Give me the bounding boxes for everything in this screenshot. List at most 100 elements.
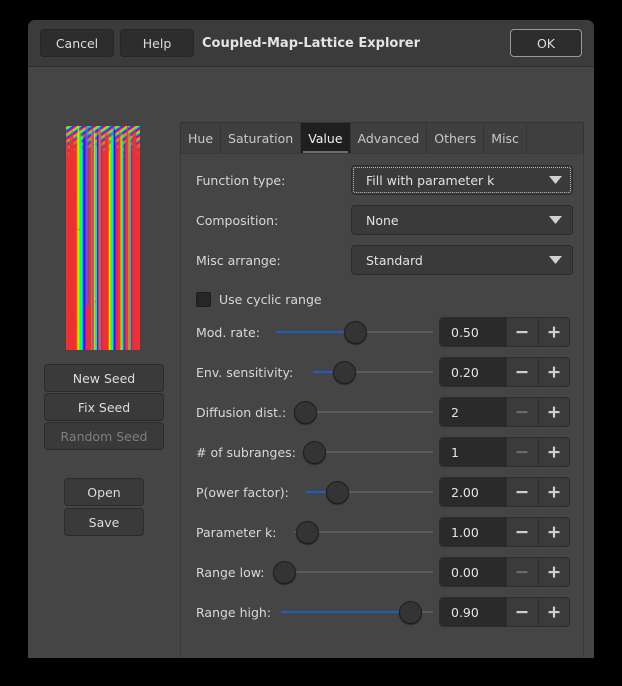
plus-icon[interactable]	[538, 358, 570, 386]
slider-row: P(ower factor): 2.00	[181, 472, 585, 512]
combo-row: Function type: Fill with parameter k	[181, 160, 585, 200]
minus-icon[interactable]	[506, 358, 538, 386]
tab-misc[interactable]: Misc	[483, 122, 527, 154]
spinbutton: 2.00	[439, 477, 570, 507]
plus-icon[interactable]	[538, 398, 570, 426]
tab-advanced[interactable]: Advanced	[350, 122, 428, 154]
minus-icon	[506, 438, 538, 466]
combo-function-type[interactable]: Fill with parameter k	[351, 165, 573, 195]
spinbutton: 0.20	[439, 357, 570, 387]
chevron-down-icon	[542, 176, 568, 185]
random-seed-button: Random Seed	[44, 422, 164, 450]
spin-value-field[interactable]: 2.00	[440, 478, 506, 506]
checkbox-box-icon	[196, 292, 211, 307]
coupled-map-lattice-preview[interactable]	[66, 126, 140, 350]
slider-range-low[interactable]	[273, 561, 433, 583]
tab-strip: HueSaturationValueAdvancedOthersMisc	[180, 122, 584, 154]
slider-row: Diffusion dist.: 2	[181, 392, 585, 432]
spinbutton: 2	[439, 397, 570, 427]
slider-handle[interactable]	[296, 521, 319, 544]
spin-value-field[interactable]: 1	[440, 438, 506, 466]
spin-value-field[interactable]: 0.90	[440, 598, 506, 626]
slider-handle[interactable]	[333, 361, 356, 384]
spin-value-field[interactable]: 0.20	[440, 358, 506, 386]
minus-icon[interactable]	[506, 598, 538, 626]
use-cyclic-range-checkbox[interactable]: Use cyclic range	[196, 292, 322, 307]
preview-frame	[66, 126, 140, 350]
help-button[interactable]: Help	[120, 29, 194, 57]
plus-icon[interactable]	[538, 598, 570, 626]
tab-strip-filler	[526, 122, 584, 154]
tab-saturation[interactable]: Saturation	[220, 122, 301, 154]
minus-icon	[506, 398, 538, 426]
spinbutton: 0.00	[439, 557, 570, 587]
minus-icon[interactable]	[506, 478, 538, 506]
slider-handle[interactable]	[273, 561, 296, 584]
slider-p-ower-factor[interactable]	[306, 481, 433, 503]
combo-label: Misc arrange:	[196, 253, 281, 268]
slider-row: Mod. rate:0.50	[181, 312, 585, 352]
spin-value-field[interactable]: 1.00	[440, 518, 506, 546]
open-button[interactable]: Open	[64, 478, 144, 506]
slider-diffusion-dist[interactable]	[294, 401, 433, 423]
dialog-window: Coupled-Map-Lattice Explorer Cancel Help…	[28, 20, 594, 658]
slider-mod-rate[interactable]	[276, 321, 433, 343]
combo-composition[interactable]: None	[351, 205, 573, 235]
tab-others[interactable]: Others	[426, 122, 484, 154]
slider-label: Range low:	[196, 565, 264, 580]
ok-button[interactable]: OK	[510, 29, 582, 57]
slider-label: Range high:	[196, 605, 271, 620]
chevron-down-icon	[542, 216, 568, 225]
dialog-header: Coupled-Map-Lattice Explorer Cancel Help…	[28, 20, 594, 67]
plus-icon[interactable]	[538, 518, 570, 546]
combo-value: Standard	[352, 253, 542, 268]
cancel-button[interactable]: Cancel	[40, 29, 114, 57]
combo-row: Composition: None	[181, 200, 585, 240]
slider--of-subranges[interactable]	[303, 441, 433, 463]
tab-value[interactable]: Value	[300, 122, 350, 154]
slider-handle[interactable]	[294, 401, 317, 424]
slider-handle[interactable]	[326, 481, 349, 504]
slider-handle[interactable]	[399, 601, 422, 624]
plus-icon[interactable]	[538, 478, 570, 506]
sidebar: New Seed Fix Seed Random Seed Open Save	[28, 67, 180, 658]
slider-parameter-k[interactable]	[294, 521, 433, 543]
combo-label: Composition:	[196, 213, 278, 228]
spin-value-field[interactable]: 2	[440, 398, 506, 426]
minus-icon[interactable]	[506, 318, 538, 346]
slider-handle[interactable]	[344, 321, 367, 344]
slider-range-high[interactable]	[281, 601, 433, 623]
chevron-down-icon	[542, 256, 568, 265]
new-seed-button[interactable]: New Seed	[44, 364, 164, 392]
slider-fill	[276, 331, 355, 333]
slider-row: Range low: 0.00	[181, 552, 585, 592]
slider-row: Range high: 0.90	[181, 592, 585, 632]
fix-seed-button[interactable]: Fix Seed	[44, 393, 164, 421]
spin-value-field[interactable]: 0.00	[440, 558, 506, 586]
dialog-body: New Seed Fix Seed Random Seed Open Save …	[28, 67, 594, 658]
slider-row: # of subranges:1	[181, 432, 585, 472]
minus-icon[interactable]	[506, 518, 538, 546]
slider-label: Env. sensitivity:	[196, 365, 293, 380]
save-button[interactable]: Save	[64, 508, 144, 536]
slider-fill	[281, 611, 409, 613]
slider-track	[273, 571, 433, 573]
settings-notebook: HueSaturationValueAdvancedOthersMisc Fun…	[180, 122, 584, 658]
slider-row: Env. sensitivity: 0.20	[181, 352, 585, 392]
plus-icon[interactable]	[538, 438, 570, 466]
combo-misc-arrange[interactable]: Standard	[351, 245, 573, 275]
spinbutton: 1	[439, 437, 570, 467]
combo-value: None	[352, 213, 542, 228]
slider-env-sensitivity[interactable]	[313, 361, 433, 383]
tab-hue[interactable]: Hue	[180, 122, 221, 154]
plus-icon[interactable]	[538, 558, 570, 586]
slider-handle[interactable]	[303, 441, 326, 464]
spinbutton: 0.50	[439, 317, 570, 347]
slider-row: Parameter k: 1.00	[181, 512, 585, 552]
slider-label: Parameter k:	[196, 525, 276, 540]
slider-label: P(ower factor):	[196, 485, 289, 500]
combo-label: Function type:	[196, 173, 285, 188]
slider-label: Diffusion dist.:	[196, 405, 286, 420]
spin-value-field[interactable]: 0.50	[440, 318, 506, 346]
plus-icon[interactable]	[538, 318, 570, 346]
